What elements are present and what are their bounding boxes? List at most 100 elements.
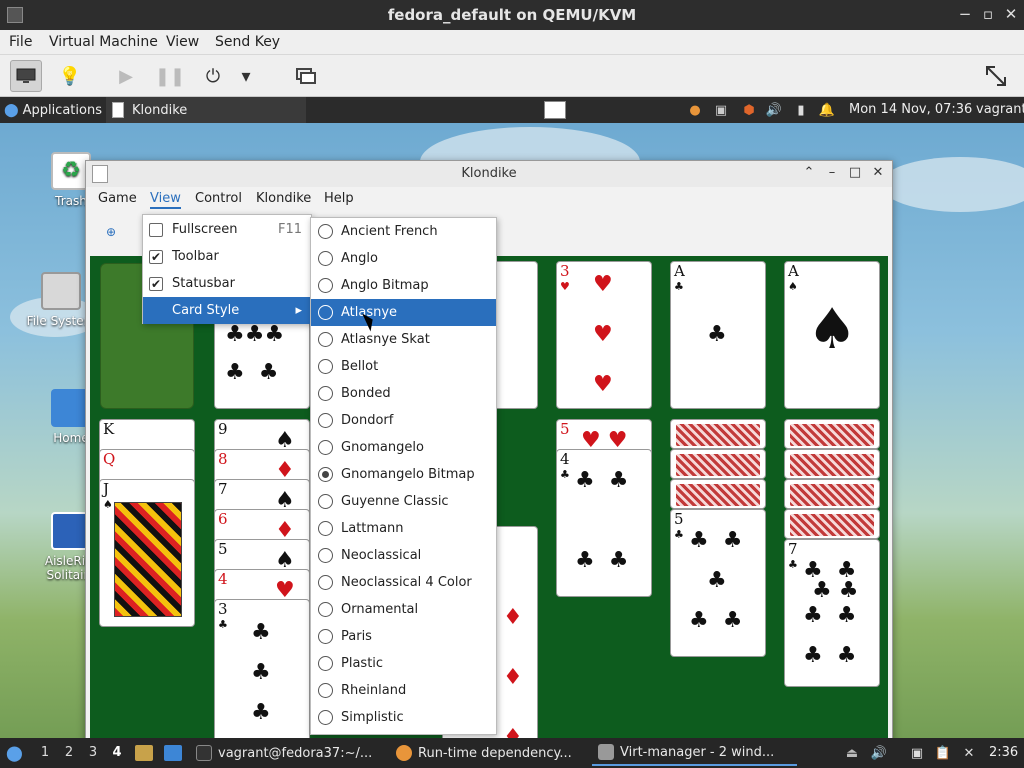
card-style-item[interactable]: Lattmann xyxy=(311,515,496,542)
fullscreen-button[interactable] xyxy=(980,60,1012,92)
menu-virtual-machine[interactable]: Virtual Machine xyxy=(49,34,158,50)
minimize-icon[interactable]: – xyxy=(823,164,841,182)
close-circle-icon[interactable]: ✕ xyxy=(960,744,978,762)
card-style-item[interactable]: Ancient French xyxy=(311,218,496,245)
taskbar-klondike[interactable]: Klondike xyxy=(106,97,306,123)
task-firefox[interactable]: Run-time dependency... xyxy=(390,740,590,766)
radio-button[interactable] xyxy=(318,251,333,266)
task-virt-manager[interactable]: Virt-manager - 2 wind... xyxy=(592,740,797,766)
radio-button[interactable] xyxy=(318,575,333,590)
checkbox-fullscreen[interactable] xyxy=(149,222,163,237)
package-icon[interactable]: ⬢ xyxy=(740,101,758,119)
radio-button[interactable] xyxy=(318,521,333,536)
menu-file[interactable]: File xyxy=(9,34,32,50)
card-style-item[interactable]: Neoclassical xyxy=(311,542,496,569)
volume-icon[interactable]: 🔊 xyxy=(765,101,783,119)
close-icon[interactable]: ✕ xyxy=(1001,4,1021,24)
window-list-icon[interactable] xyxy=(544,101,566,119)
file-manager-icon[interactable] xyxy=(135,745,153,761)
radio-button[interactable] xyxy=(318,224,333,239)
menu-item-fullscreen[interactable]: Fullscreen F11 xyxy=(143,216,311,243)
foundation-card[interactable]: A ♠ ♠ xyxy=(784,261,880,409)
face-down-card[interactable] xyxy=(670,419,766,449)
tableau-card[interactable]: 3 ♣ ♣ ♣ ♣ xyxy=(214,599,310,759)
shutdown-dropdown[interactable]: ▾ xyxy=(236,60,256,92)
maximize-icon[interactable]: □ xyxy=(846,164,864,182)
face-down-card[interactable] xyxy=(784,509,880,539)
menu-item-card-style[interactable]: Card Style ▸ xyxy=(143,297,311,324)
tableau-card[interactable]: 4 ♣ ♣ ♣ ♣ ♣ xyxy=(556,449,652,597)
checkbox-statusbar[interactable]: ✔ xyxy=(149,276,163,291)
details-view-button[interactable]: 💡 xyxy=(54,60,86,92)
card-style-item[interactable]: Anglo Bitmap xyxy=(311,272,496,299)
tableau-card[interactable]: 5 ♣ ♣ ♣ ♣ ♣ ♣ xyxy=(670,509,766,657)
radio-button[interactable] xyxy=(318,602,333,617)
face-down-card[interactable] xyxy=(784,419,880,449)
radio-button[interactable] xyxy=(318,278,333,293)
radio-button[interactable] xyxy=(318,332,333,347)
card-style-item[interactable]: Simplistic xyxy=(311,704,496,731)
menu-game[interactable]: Game xyxy=(98,191,137,206)
card-style-item-hovered[interactable]: Atlasnye xyxy=(311,299,496,326)
menu-view[interactable]: View xyxy=(150,191,181,209)
radio-button[interactable] xyxy=(318,629,333,644)
bell-icon[interactable]: 🔔 xyxy=(818,101,836,119)
menu-klondike[interactable]: Klondike xyxy=(256,191,311,206)
radio-button[interactable] xyxy=(318,710,333,725)
radio-button-checked[interactable] xyxy=(318,467,333,482)
show-desktop-icon[interactable] xyxy=(164,745,182,761)
clipboard-icon[interactable]: 📋 xyxy=(934,744,952,762)
radio-button[interactable] xyxy=(318,386,333,401)
card-style-item[interactable]: Bellot xyxy=(311,353,496,380)
card-style-item-checked[interactable]: Gnomangelo Bitmap xyxy=(311,461,496,488)
face-down-card[interactable] xyxy=(784,449,880,479)
close-icon[interactable]: ✕ xyxy=(869,164,887,182)
shutdown-button[interactable]: ⏻ xyxy=(197,60,229,92)
console-view-button[interactable] xyxy=(10,60,42,92)
menu-item-toolbar[interactable]: ✔ Toolbar xyxy=(143,243,311,270)
card-style-item[interactable]: Anglo xyxy=(311,245,496,272)
tableau-card[interactable]: J ♠ xyxy=(99,479,195,627)
menu-control[interactable]: Control xyxy=(195,191,242,206)
radio-button[interactable] xyxy=(318,413,333,428)
radio-button[interactable] xyxy=(318,683,333,698)
workspace-1[interactable]: 1 xyxy=(37,745,53,760)
menu-send-key[interactable]: Send Key xyxy=(215,34,280,50)
run-button[interactable]: ▶ xyxy=(110,60,142,92)
radio-button[interactable] xyxy=(318,548,333,563)
volume-icon[interactable]: 🔊 xyxy=(870,744,888,762)
foundation-card[interactable]: 3 ♥ ♥ ♥ ♥ xyxy=(556,261,652,409)
eject-icon[interactable]: ⏏ xyxy=(843,744,861,762)
radio-button[interactable] xyxy=(318,305,333,320)
workspace-3[interactable]: 3 xyxy=(85,745,101,760)
radio-button[interactable] xyxy=(318,359,333,374)
radio-button[interactable] xyxy=(318,494,333,509)
card-style-item[interactable]: Ornamental xyxy=(311,596,496,623)
face-down-card[interactable] xyxy=(670,449,766,479)
new-game-icon[interactable]: ⊕ xyxy=(106,225,124,243)
panel-user[interactable]: vagrant xyxy=(976,102,1024,117)
network-icon[interactable]: ▣ xyxy=(908,744,926,762)
workspace-4[interactable]: 4 xyxy=(109,745,125,760)
maximize-icon[interactable]: ▫ xyxy=(978,4,998,24)
menu-view[interactable]: View xyxy=(166,34,199,50)
panel-clock[interactable]: Mon 14 Nov, 07:36 xyxy=(849,102,972,117)
snapshots-button[interactable] xyxy=(290,60,322,92)
tableau-card[interactable]: 7 ♣ ♣ ♣ ♣ ♣ ♣ ♣ ♣ ♣ xyxy=(784,539,880,687)
workspace-2[interactable]: 2 xyxy=(61,745,77,760)
card-style-item[interactable]: Neoclassical 4 Color xyxy=(311,569,496,596)
minimize-icon[interactable]: − xyxy=(955,4,975,24)
pause-button[interactable]: ❚❚ xyxy=(154,60,186,92)
bottom-clock[interactable]: 2:36 xyxy=(989,745,1018,760)
radio-button[interactable] xyxy=(318,656,333,671)
card-style-item[interactable]: Gnomangelo xyxy=(311,434,496,461)
foundation-card[interactable]: A ♣ ♣ xyxy=(670,261,766,409)
radio-button[interactable] xyxy=(318,440,333,455)
card-style-item[interactable]: Bonded xyxy=(311,380,496,407)
card-style-item[interactable]: Plastic xyxy=(311,650,496,677)
firefox-icon[interactable]: ● xyxy=(686,101,704,119)
battery-icon[interactable]: ▮ xyxy=(792,101,810,119)
card-style-item[interactable]: Guyenne Classic xyxy=(311,488,496,515)
checkbox-toolbar[interactable]: ✔ xyxy=(149,249,163,264)
card-style-item[interactable]: Rheinland xyxy=(311,677,496,704)
